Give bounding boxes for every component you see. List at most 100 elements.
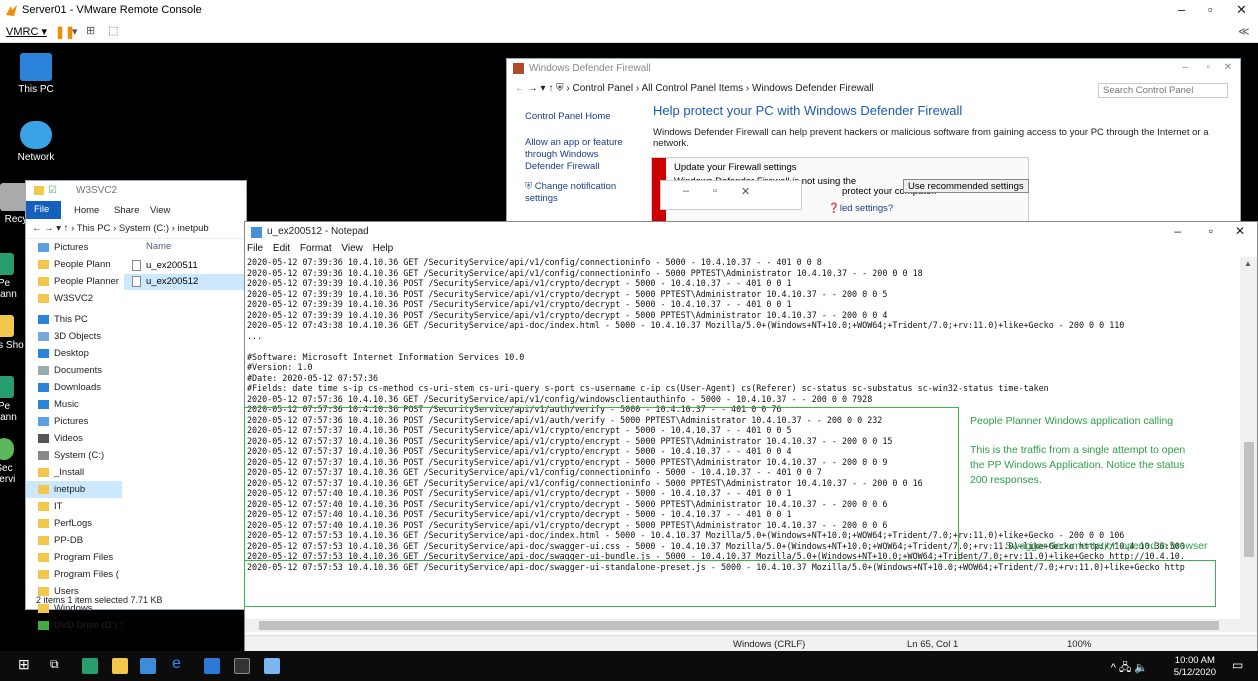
menu-file[interactable]: File: [247, 243, 263, 254]
clock[interactable]: 10:00 AM 5/12/2020: [1174, 655, 1216, 679]
dropdown-icon[interactable]: ▾: [72, 25, 78, 38]
minimize-button[interactable]: –: [1182, 62, 1188, 73]
nav-item[interactable]: Pictures: [26, 239, 122, 256]
menu-view[interactable]: View: [341, 243, 363, 254]
nav-item[interactable]: DVD Drive (D:) S: [26, 617, 122, 634]
nav-item[interactable]: 3D Objects: [26, 328, 122, 345]
firewall-heading: Help protect your PC with Windows Defend…: [653, 103, 963, 118]
file-explorer-icon[interactable]: [112, 658, 128, 674]
3d-objects-icon: [38, 331, 49, 341]
scroll-up-icon[interactable]: ▲: [1244, 259, 1252, 268]
notification-icon[interactable]: ▭: [1232, 658, 1248, 674]
file-item[interactable]: u_ex200511: [124, 258, 248, 274]
server-manager-icon[interactable]: [140, 658, 156, 674]
log-line: 2020-05-12 07:57:36 10.4.10.36 GET /Secu…: [247, 393, 873, 404]
search-input[interactable]: Search Control Panel: [1098, 83, 1228, 98]
desktop-icon-network[interactable]: Network: [6, 121, 66, 163]
close-button[interactable]: ✕: [1224, 62, 1232, 73]
maximize-button[interactable]: ▫: [713, 185, 717, 197]
menu-edit[interactable]: Edit: [273, 243, 290, 254]
folder-icon: [38, 535, 49, 545]
nav-item[interactable]: W3SVC2: [26, 290, 122, 307]
maximize-button[interactable]: ▫: [1206, 62, 1210, 73]
command-prompt-icon[interactable]: [234, 658, 250, 674]
nav-item[interactable]: Program Files (: [26, 566, 122, 583]
notepad-icon: [251, 227, 262, 238]
file-item[interactable]: u_ex200512: [124, 274, 248, 290]
desktop-icon-security-service[interactable]: Sec Servi: [0, 438, 24, 485]
explorer-breadcrumb[interactable]: ← → ▾ ↑ › This PC › System (C:) › inetpu…: [26, 219, 246, 239]
nav-item[interactable]: Pictures: [26, 413, 122, 430]
notepad-taskbar-icon[interactable]: [264, 658, 280, 674]
nav-item[interactable]: System (C:): [26, 447, 122, 464]
file-icon: [132, 260, 141, 271]
nav-item[interactable]: PerfLogs: [26, 515, 122, 532]
vertical-scroll-thumb[interactable]: [1244, 442, 1254, 557]
nav-item[interactable]: Downloads: [26, 379, 122, 396]
nav-item[interactable]: This PC: [26, 311, 122, 328]
link-control-panel-home[interactable]: Control Panel Home: [525, 111, 640, 123]
collapse-icon[interactable]: ≪: [1238, 25, 1250, 38]
horizontal-scrollbar[interactable]: [245, 619, 1242, 632]
nav-item[interactable]: PP-DB: [26, 532, 122, 549]
vmrc-menu-button[interactable]: VMRC ▾: [6, 25, 47, 38]
status-zoom: 100%: [1067, 639, 1092, 650]
link-change-notifications[interactable]: ⛨ Change notification settings: [525, 181, 640, 205]
app-icon: [0, 376, 14, 398]
fullscreen-icon[interactable]: ⬚: [108, 24, 118, 37]
menu-help[interactable]: Help: [373, 243, 394, 254]
back-icon[interactable]: ←: [515, 83, 525, 94]
use-recommended-settings-button[interactable]: Use recommended settings: [903, 179, 1029, 193]
horizontal-scroll-thumb[interactable]: [259, 621, 1219, 630]
log-line: 2020-05-12 07:39:39 10.4.10.36 POST /Sec…: [247, 309, 888, 320]
start-button-icon[interactable]: ⊞: [18, 656, 34, 672]
home-tab[interactable]: Home: [74, 205, 99, 216]
system-tray[interactable]: ^ 🖧 🔈: [1111, 659, 1148, 678]
task-view-icon[interactable]: ⧉: [50, 657, 66, 673]
file-icon: [132, 276, 141, 287]
close-button[interactable]: ✕: [1235, 224, 1245, 238]
desktop-icon-this-pc[interactable]: This PC: [6, 53, 66, 95]
nav-item[interactable]: IT: [26, 498, 122, 515]
checkmark-icon[interactable]: ☑: [48, 185, 57, 196]
nav-item[interactable]: Documents: [26, 362, 122, 379]
maximize-button[interactable]: ▫: [1208, 2, 1213, 17]
desktop-icon-people-planner-2[interactable]: Pe Plann: [0, 376, 24, 423]
log-line: #Date: 2020-05-12 07:57:36: [247, 372, 379, 383]
people-planner-taskbar-icon[interactable]: [82, 658, 98, 674]
folder-icon: [34, 186, 44, 195]
close-button[interactable]: ✕: [741, 185, 750, 198]
explorer-nav-pane: Pictures People Plann People Planner 4 W…: [26, 239, 122, 634]
nav-item[interactable]: _Install: [26, 464, 122, 481]
desktop-icon-people-planner[interactable]: Pe Plann: [0, 253, 24, 300]
nav-item[interactable]: Music: [26, 396, 122, 413]
recommended-settings-link[interactable]: ❓led settings?: [828, 203, 893, 214]
link-allow-app[interactable]: Allow an app or feature through Windows …: [525, 137, 640, 173]
nav-item[interactable]: inetpub: [26, 481, 122, 498]
close-button[interactable]: ✕: [1236, 2, 1247, 18]
nav-item[interactable]: Desktop: [26, 345, 122, 362]
minimize-button[interactable]: –: [1178, 2, 1185, 17]
file-tab[interactable]: File: [26, 201, 61, 219]
nav-item[interactable]: People Plann: [26, 256, 122, 273]
app-taskbar-icon[interactable]: [204, 658, 220, 674]
column-header-name[interactable]: Name: [124, 239, 248, 258]
nav-item[interactable]: Videos: [26, 430, 122, 447]
folder-icon: [38, 501, 49, 511]
send-keys-icon[interactable]: ⊞: [86, 24, 95, 37]
internet-explorer-icon[interactable]: e: [172, 655, 188, 672]
folder-icon: [38, 276, 49, 286]
share-tab[interactable]: Share: [114, 205, 139, 216]
desktop-icon-install-shortcut[interactable]: _Ins Sho: [0, 315, 24, 351]
nav-item[interactable]: People Planner 4: [26, 273, 122, 290]
minimize-button[interactable]: –: [683, 185, 689, 197]
nav-item[interactable]: Program Files: [26, 549, 122, 566]
menu-format[interactable]: Format: [300, 243, 332, 254]
annotation-box-swagger: [244, 560, 1216, 607]
minimize-button[interactable]: –: [1174, 224, 1181, 238]
firewall-titlebar: Windows Defender Firewall – ▫ ✕: [507, 59, 1240, 79]
view-tab[interactable]: View: [150, 205, 170, 216]
log-line: #Fields: date time s-ip cs-method cs-uri…: [247, 383, 1049, 393]
maximize-button[interactable]: ▫: [1209, 224, 1213, 238]
vmrc-toolbar: VMRC ▾ ❚❚ ▾ ⊞ ⬚ ≪: [0, 22, 1258, 43]
